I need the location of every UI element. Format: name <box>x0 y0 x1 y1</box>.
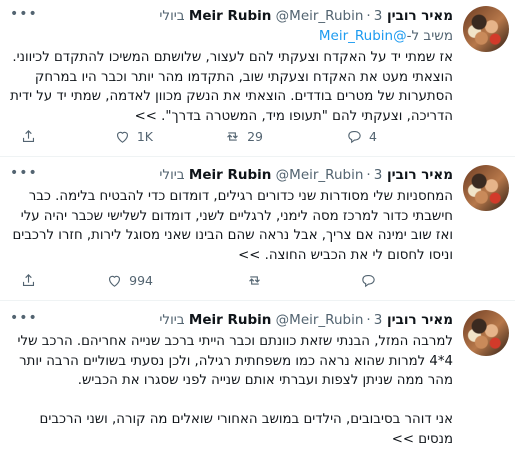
tweet-text: למרבה המזל, הבנתי שזאת כוונתם וכבר הייתי… <box>17 334 453 447</box>
like-button[interactable]: 994 <box>106 272 153 289</box>
reply-prefix: משיב ל- <box>406 28 453 44</box>
share-button[interactable] <box>20 128 37 145</box>
tweet-actions: 994 <box>0 272 453 292</box>
reply-button[interactable] <box>360 272 377 289</box>
reply-icon <box>348 130 361 144</box>
retweet-count: 29 <box>247 129 263 144</box>
separator-dot: · <box>366 167 371 183</box>
retweet-icon <box>249 276 260 285</box>
like-count: 994 <box>129 273 153 288</box>
divider <box>0 156 515 157</box>
more-icon[interactable]: ••• <box>10 6 38 22</box>
tweet-header: מאיר רובין Meir Rubin @Meir_Rubin ·3 ביול… <box>8 310 453 330</box>
share-icon <box>22 274 35 287</box>
tweet-header: מאיר רובין Meir Rubin @Meir_Rubin ·3 ביול… <box>8 6 453 26</box>
like-count: 1K <box>136 129 153 144</box>
more-icon[interactable]: ••• <box>10 165 38 181</box>
author-handle[interactable]: @Meir_Rubin <box>276 167 364 183</box>
tweet-actions: 4 29 1K <box>0 128 453 148</box>
reply-context: משיב ל-@Meir_Rubin <box>8 26 453 46</box>
reply-count: 4 <box>369 129 377 144</box>
separator-dot: · <box>366 312 371 328</box>
author-handle[interactable]: @Meir_Rubin <box>276 312 364 328</box>
divider <box>0 300 515 301</box>
like-icon <box>116 131 128 143</box>
avatar[interactable] <box>463 165 509 211</box>
like-button[interactable]: 1K <box>114 128 153 145</box>
tweet-text: אז שמתי יד על האקדח וצעקתי להם לעצור, של… <box>5 50 453 124</box>
like-icon <box>109 275 121 287</box>
reply-mention[interactable]: @Meir_Rubin <box>319 28 407 44</box>
reply-icon <box>362 274 375 288</box>
avatar[interactable] <box>463 6 509 52</box>
retweet-icon <box>227 132 238 141</box>
avatar[interactable] <box>463 310 509 356</box>
tweet-text: המחסניות שלי מסודרות שני כדורים רגילים, … <box>8 189 453 263</box>
author-handle[interactable]: @Meir_Rubin <box>276 8 364 24</box>
separator-dot: · <box>366 8 371 24</box>
reply-button[interactable]: 4 <box>346 128 377 145</box>
retweet-button[interactable] <box>246 272 263 289</box>
share-button[interactable] <box>20 272 37 289</box>
share-icon <box>22 130 35 143</box>
retweet-button[interactable]: 29 <box>224 128 263 145</box>
more-icon[interactable]: ••• <box>10 310 38 326</box>
tweet-header: מאיר רובין Meir Rubin @Meir_Rubin ·3 ביול… <box>8 165 453 185</box>
